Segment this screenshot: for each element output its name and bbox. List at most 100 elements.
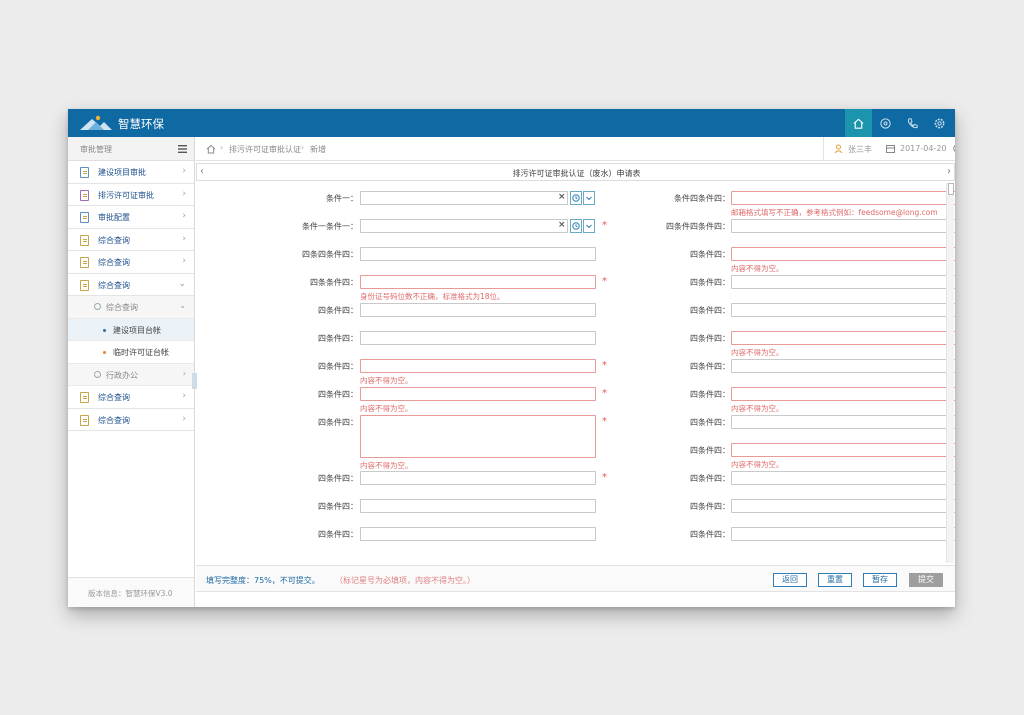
home-icon xyxy=(853,118,864,129)
menu-icon[interactable] xyxy=(178,145,187,153)
text-field[interactable] xyxy=(360,331,596,345)
sidebar-item-query-3[interactable]: 综合查询 ⌄ xyxy=(68,274,194,296)
sidebar-item-label: 综合查询 xyxy=(98,280,130,290)
select-field[interactable] xyxy=(360,191,568,205)
chevron-right-icon[interactable]: › xyxy=(947,166,951,177)
text-field[interactable] xyxy=(360,527,596,541)
breadcrumb-separator: › xyxy=(220,143,224,152)
reset-button[interactable]: 重置 xyxy=(818,573,852,587)
document-icon xyxy=(80,279,89,291)
text-field[interactable] xyxy=(731,387,955,401)
chevron-right-icon: › xyxy=(182,166,186,176)
field-label: 四条件四： xyxy=(318,390,358,399)
field-label: 四条件四： xyxy=(318,334,358,343)
sidebar-item-permit-approval[interactable]: 排污许可证审批 › xyxy=(68,184,194,206)
text-field[interactable] xyxy=(731,331,955,345)
sidebar-item-label: 排污许可证审批 xyxy=(98,190,154,200)
gear-icon xyxy=(94,370,101,378)
scrollbar-thumb[interactable] xyxy=(948,183,954,195)
sidebar-item-query-2[interactable]: 综合查询 › xyxy=(68,251,194,274)
sidebar-leaf-temp-permit-ledger[interactable]: 临时许可证台帐 xyxy=(68,341,194,364)
text-field[interactable] xyxy=(731,443,955,457)
sidebar-leaf-construction-ledger[interactable]: 建设项目台帐 xyxy=(68,318,194,341)
sidebar-item-query-1[interactable]: 综合查询 › xyxy=(68,229,194,251)
sidebar-subgroup-admin[interactable]: 行政办公 › xyxy=(68,363,194,386)
text-field[interactable] xyxy=(731,303,955,317)
clear-icon[interactable]: × xyxy=(558,220,566,230)
text-field[interactable] xyxy=(731,359,955,373)
location-button[interactable] xyxy=(872,109,899,137)
phone-button[interactable] xyxy=(899,109,926,137)
error-message: 邮箱格式填写不正确，参考格式例如：feedsome@long.com xyxy=(731,208,938,217)
textarea-field[interactable] xyxy=(360,415,596,458)
text-field[interactable] xyxy=(731,471,955,485)
text-field[interactable] xyxy=(360,275,596,289)
text-field[interactable] xyxy=(731,275,955,289)
dropdown-button[interactable] xyxy=(583,191,595,205)
bullet-icon xyxy=(103,351,106,354)
document-icon xyxy=(80,212,89,223)
sidebar-item-construction-approval[interactable]: 建设项目审批 › xyxy=(68,161,194,184)
document-icon xyxy=(80,189,89,201)
clock-button[interactable] xyxy=(570,191,582,205)
bullet-icon xyxy=(103,328,106,332)
submit-button[interactable]: 提交 xyxy=(909,573,943,587)
sidebar-item-query-4[interactable]: 综合查询 › xyxy=(68,386,194,409)
text-field[interactable] xyxy=(731,499,955,513)
chevron-down-icon xyxy=(586,196,592,201)
breadcrumb-item[interactable]: 排污许可证审批认证 xyxy=(229,144,301,155)
clear-icon[interactable]: × xyxy=(558,192,566,202)
text-field[interactable] xyxy=(731,527,955,541)
document-icon xyxy=(80,234,89,246)
field-label: 四条件四： xyxy=(690,390,730,399)
text-field[interactable] xyxy=(360,499,596,513)
settings-button[interactable] xyxy=(926,109,953,137)
chevron-right-icon: › xyxy=(182,188,186,199)
form-footer: 填写完整度：75%，不可提交。 （标记星号为必填项，内容不得为空。） 返回 重置… xyxy=(196,565,955,591)
text-field[interactable] xyxy=(360,359,596,373)
sidebar-item-approval-config[interactable]: 审批配置 › xyxy=(68,206,194,229)
sidebar-leaf-label: 建设项目台帐 xyxy=(113,325,161,335)
save-draft-button[interactable]: 暂存 xyxy=(863,573,897,587)
required-hint: （标记星号为必填项，内容不得为空。） xyxy=(335,576,475,585)
text-field[interactable] xyxy=(360,387,596,401)
sidebar-item-label: 综合查询 xyxy=(98,235,130,245)
chevron-right-icon: › xyxy=(182,233,186,244)
text-field[interactable] xyxy=(731,191,955,205)
user-icon xyxy=(834,144,843,153)
sidebar-subgroup-label: 综合查询 xyxy=(106,303,138,312)
logo-mountain-icon xyxy=(80,115,112,130)
dropdown-button[interactable] xyxy=(583,219,595,233)
text-field[interactable] xyxy=(360,247,596,261)
error-message: 内容不得为空。 xyxy=(731,348,784,357)
field-label: 四条件四： xyxy=(318,530,358,539)
sidebar-item-query-5[interactable]: 综合查询 › xyxy=(68,409,194,431)
sidebar-subgroup-query[interactable]: 综合查询 ⌄ xyxy=(68,296,194,319)
text-field[interactable] xyxy=(731,247,955,261)
clock-button[interactable] xyxy=(570,219,582,233)
current-date: 2017-04-20 xyxy=(900,144,947,153)
text-field[interactable] xyxy=(731,415,955,429)
back-button[interactable]: 返回 xyxy=(773,573,807,587)
sidebar-leaf-label: 临时许可证台帐 xyxy=(113,348,169,357)
scrollbar[interactable] xyxy=(946,183,954,563)
gear-icon xyxy=(934,118,945,128)
error-message: 身份证号码位数不正确，标准格式为18位。 xyxy=(360,292,505,301)
version-text: 版本信息：智慧环保V3.0 xyxy=(88,589,173,598)
sidebar-item-label: 综合查询 xyxy=(98,393,130,402)
phone-icon xyxy=(907,117,918,128)
home-icon[interactable] xyxy=(206,144,216,154)
text-field[interactable] xyxy=(360,303,596,317)
select-field[interactable] xyxy=(360,219,568,233)
version-info: 版本信息：智慧环保V3.0 xyxy=(68,577,194,607)
field-label: 四条件四： xyxy=(690,530,730,539)
form-tabbar: ‹ 排污许可证审批认证（废水）申请表 › xyxy=(196,163,955,181)
field-label: 四条件四： xyxy=(690,306,730,315)
home-button[interactable] xyxy=(845,109,872,137)
field-label: 四条四条件四： xyxy=(302,250,358,259)
chevron-right-icon: › xyxy=(182,413,186,424)
text-field[interactable] xyxy=(360,471,596,485)
field-label: 四条件四： xyxy=(690,418,730,427)
text-field[interactable] xyxy=(731,219,955,233)
field-label: 四条件四条件四： xyxy=(666,222,730,231)
